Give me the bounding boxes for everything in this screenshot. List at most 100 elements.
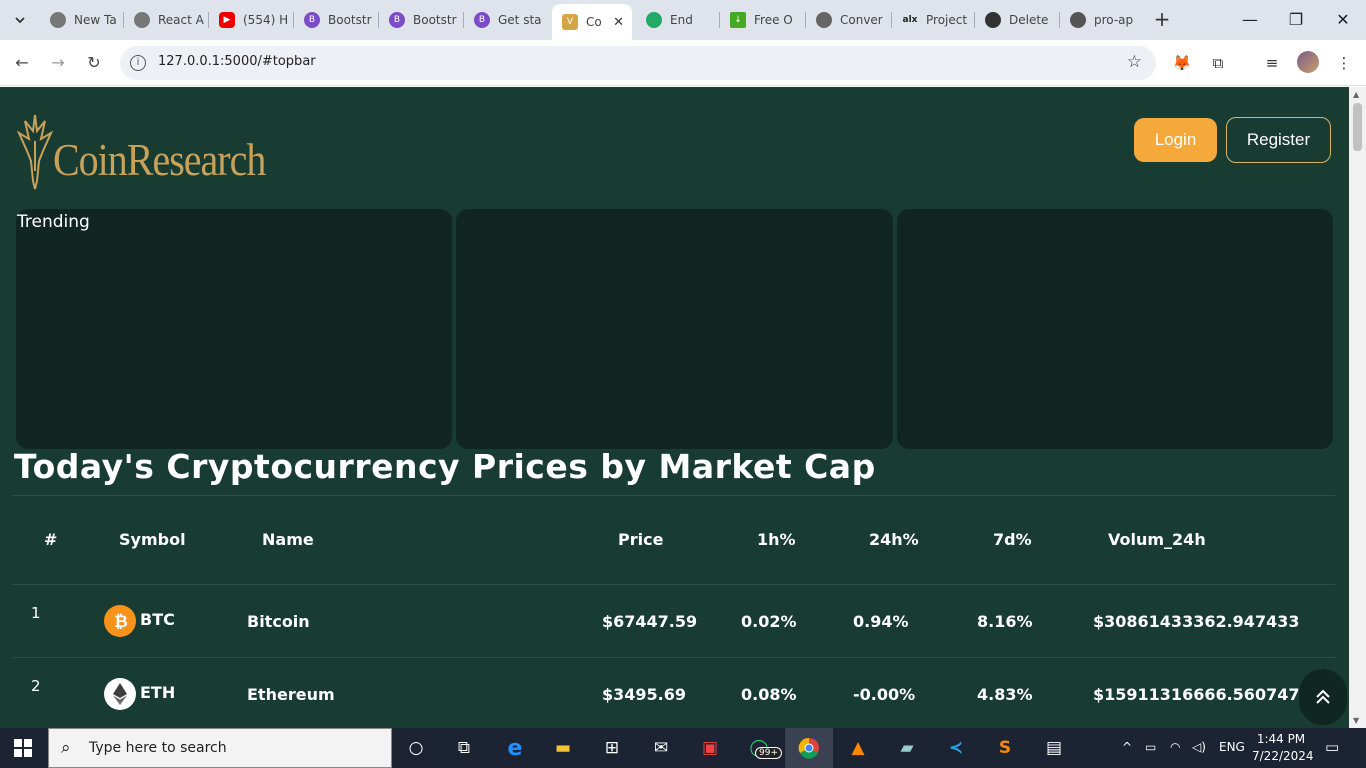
video-editor-icon[interactable]: ▤ [1040, 734, 1068, 762]
openai-icon [985, 12, 1001, 28]
whatsapp-badge: 99+ [755, 747, 782, 759]
brand-logo[interactable]: CoinResearch [15, 111, 266, 191]
notes-app-icon[interactable]: ▰ [893, 734, 921, 762]
menu-kebab-icon[interactable]: ⋮ [1333, 52, 1355, 74]
microsoft-store-icon[interactable]: ⊞ [598, 734, 626, 762]
metamask-icon[interactable]: 🦊 [1171, 52, 1193, 74]
tab-new-tab[interactable]: New Ta [40, 6, 124, 34]
taskbar-search-box[interactable]: ⌕ Type here to search [48, 728, 392, 768]
tab-end[interactable]: End [636, 6, 720, 34]
bootstrap-icon: B [304, 12, 320, 28]
trending-card-2[interactable] [456, 209, 893, 449]
battery-icon[interactable]: ▭ [1145, 740, 1156, 754]
row-volume: $15911316666.560747 [1093, 685, 1300, 704]
tab-title: Get sta [498, 13, 542, 27]
close-tab-icon[interactable]: ✕ [613, 15, 624, 30]
row-price: $67447.59 [602, 612, 698, 631]
vscode-icon[interactable]: ≺ [942, 734, 970, 762]
task-view-icon[interactable]: ⧉ [450, 734, 478, 762]
tab-bootstrap-1[interactable]: B Bootstr [294, 6, 379, 34]
mail-icon[interactable]: ✉ [647, 734, 675, 762]
site-info-icon[interactable]: i [130, 55, 146, 71]
close-window-icon[interactable]: ✕ [1333, 10, 1353, 29]
sublime-text-icon[interactable]: S [991, 734, 1019, 762]
ethereum-icon [104, 678, 136, 710]
url-text[interactable]: 127.0.0.1:5000/#topbar [158, 54, 316, 69]
minimize-icon[interactable]: — [1240, 10, 1260, 29]
edge-icon[interactable]: e [501, 734, 529, 762]
media-control-icon[interactable]: ≡ [1261, 52, 1283, 74]
scrollbar-thumb[interactable] [1353, 103, 1362, 151]
col-header-rank: # [44, 530, 58, 549]
tab-title: Project [926, 13, 968, 27]
row-symbol: BTC [140, 610, 175, 629]
scroll-to-top-button[interactable] [1299, 669, 1347, 725]
register-button[interactable]: Register [1226, 117, 1331, 163]
scroll-down-arrow-icon[interactable]: ▼ [1353, 716, 1359, 725]
col-header-name: Name [262, 530, 314, 549]
youtube-icon: ▶ [219, 12, 235, 28]
col-header-volume: Volum_24h [1108, 530, 1206, 549]
col-header-symbol: Symbol [119, 530, 186, 549]
page-scrollbar[interactable]: ▲ ▼ [1349, 87, 1366, 728]
volume-icon[interactable]: ◁) [1192, 740, 1206, 754]
reload-icon[interactable]: ↻ [83, 52, 105, 74]
bookmark-star-icon[interactable]: ☆ [1127, 52, 1142, 72]
tab-title: Free O [754, 13, 793, 27]
tab-title: Bootstr [413, 13, 457, 27]
globe-icon [1070, 12, 1086, 28]
tab-youtube[interactable]: ▶ (554) H [209, 6, 294, 34]
col-header-7d: 7d% [993, 530, 1032, 549]
phoenix-logo-icon [16, 114, 54, 190]
profile-avatar[interactable] [1297, 51, 1319, 73]
row-change-24h: -0.00% [853, 685, 916, 704]
tab-convert[interactable]: Conver [806, 6, 892, 34]
forward-arrow-icon[interactable]: → [47, 52, 69, 74]
tab-title: Delete [1009, 13, 1049, 27]
file-explorer-icon[interactable]: ▬ [549, 734, 577, 762]
globe-icon [646, 12, 662, 28]
trending-card-1[interactable] [16, 209, 452, 449]
chrome-icon[interactable] [795, 734, 823, 762]
row-rank: 1 [31, 604, 41, 622]
tab-pro-api[interactable]: pro-ap [1060, 6, 1144, 34]
back-arrow-icon[interactable]: ← [11, 52, 33, 74]
tab-strip: New Ta React A ▶ (554) H B Bootstr B Boo… [0, 0, 1366, 40]
tab-get-started[interactable]: B Get sta [464, 6, 550, 34]
row-divider [13, 657, 1335, 658]
chevron-down-icon [15, 17, 25, 24]
tab-project[interactable]: alx Project [892, 6, 975, 34]
converter-icon [816, 12, 832, 28]
address-bar[interactable]: i 127.0.0.1:5000/#topbar ☆ [120, 46, 1156, 80]
new-tab-button[interactable]: + [1150, 8, 1174, 32]
extensions-puzzle-icon[interactable]: ⧉ [1207, 52, 1229, 74]
tab-search-button[interactable] [8, 8, 32, 32]
notification-icon[interactable]: ▭ [1325, 738, 1339, 756]
scroll-up-arrow-icon[interactable]: ▲ [1353, 90, 1359, 99]
wifi-icon[interactable]: ◠ [1170, 740, 1180, 754]
vlc-icon[interactable]: ▲ [844, 734, 872, 762]
system-clock[interactable]: 1:44 PM 7/22/2024 [1252, 731, 1314, 765]
tab-react[interactable]: React A [124, 6, 209, 34]
tab-bootstrap-2[interactable]: B Bootstr [379, 6, 464, 34]
tab-coinresearch-active[interactable]: V Co ✕ [552, 4, 632, 40]
tab-free-online[interactable]: ↓ Free O [720, 6, 806, 34]
windows-start-icon[interactable] [14, 739, 32, 757]
row-name[interactable]: Bitcoin [247, 612, 310, 631]
row-rank: 2 [31, 677, 41, 695]
app-icon[interactable]: ▣ [696, 734, 724, 762]
row-name[interactable]: Ethereum [247, 685, 335, 704]
restore-icon[interactable]: ❐ [1286, 10, 1306, 29]
title-divider [13, 495, 1335, 496]
search-placeholder: Type here to search [89, 740, 227, 756]
row-change-1h: 0.08% [741, 685, 797, 704]
tab-delete[interactable]: Delete [975, 6, 1060, 34]
whatsapp-icon[interactable]: ◯ 99+ [745, 734, 782, 762]
tray-chevron-up-icon[interactable]: ^ [1122, 740, 1132, 754]
tab-title: Bootstr [328, 13, 372, 27]
trending-card-3[interactable] [897, 209, 1333, 449]
login-button[interactable]: Login [1134, 118, 1217, 162]
language-indicator[interactable]: ENG [1219, 740, 1245, 754]
tab-title: New Ta [74, 13, 117, 27]
cortana-icon[interactable]: ○ [402, 734, 430, 762]
